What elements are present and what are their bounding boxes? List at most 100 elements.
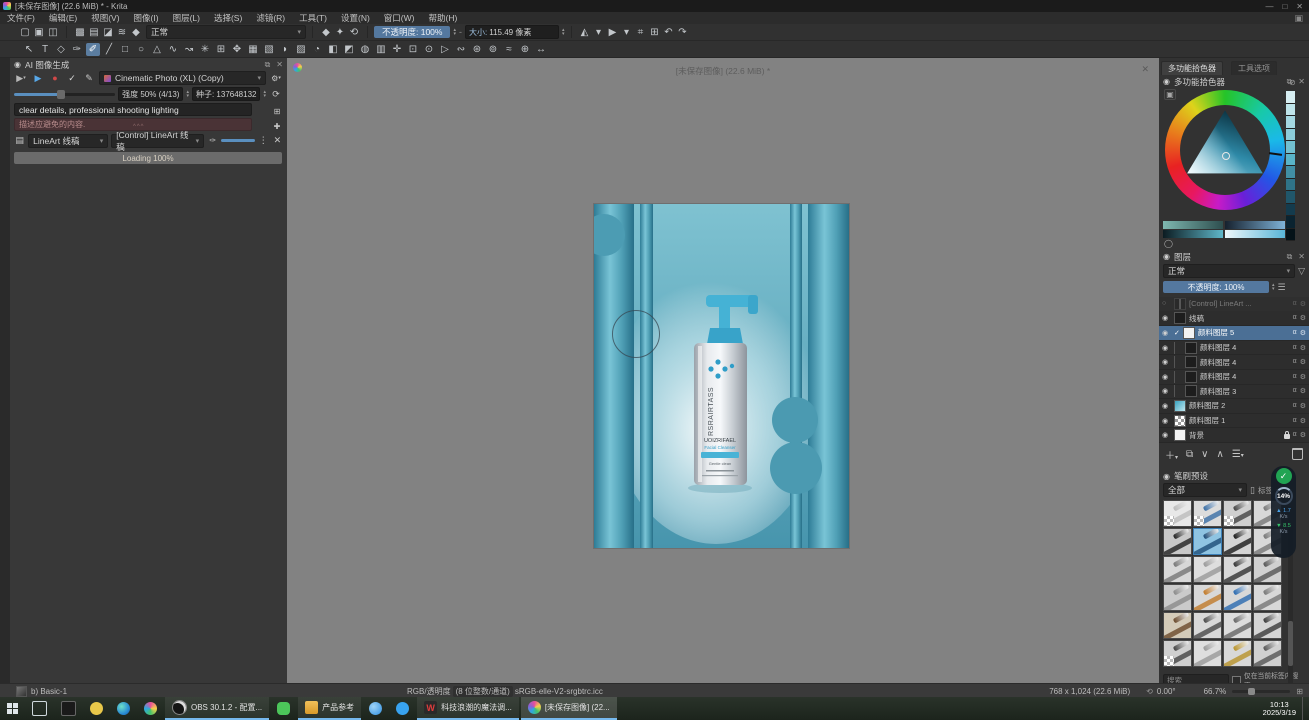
brush-preset-cell[interactable] — [1163, 500, 1192, 527]
brush-tag-filter-combo[interactable]: 全部▾ — [1163, 483, 1247, 497]
fg-bg-color-icon[interactable]: ◪ — [101, 26, 115, 39]
control-generate-icon[interactable]: ✑ — [207, 135, 218, 147]
control-menu-icon[interactable]: ⋮ — [258, 135, 269, 147]
flow-icon[interactable]: ▶ — [606, 26, 620, 39]
control-strength-slider[interactable] — [221, 139, 254, 142]
generate-button[interactable]: ▶ — [31, 72, 45, 84]
gradient-chooser-icon[interactable]: ▤ — [87, 26, 101, 39]
inherit-alpha-icon[interactable]: α — [1293, 344, 1297, 352]
add-region-icon[interactable]: ✚ — [270, 120, 284, 132]
layer-filter-icon[interactable]: ▽ — [1298, 266, 1305, 277]
system-monitor-widget[interactable]: ✓ 14% ▲ 1.7K/s ▼ 8.5K/s — [1271, 466, 1296, 558]
rect-select-tool[interactable]: ⊡ — [406, 43, 420, 56]
zoom-tool[interactable]: ⊕ — [518, 43, 532, 56]
layer-row[interactable]: ◉背景α⚙ — [1159, 428, 1309, 443]
brush-preset-cell[interactable] — [1223, 500, 1252, 527]
zoom-slider[interactable] — [1232, 690, 1290, 693]
colorspace-label[interactable]: RGB/透明度 — [407, 686, 451, 697]
menu-图像(I)[interactable]: 图像(I) — [127, 12, 166, 24]
maximize-button[interactable]: □ — [1282, 2, 1287, 11]
opacity-spinner[interactable]: ▴▾ — [453, 28, 456, 36]
line-tool[interactable]: ╱ — [102, 43, 116, 56]
tab-advanced-color-selector[interactable]: 多功能拾色器 — [1161, 61, 1223, 75]
polygon-tool[interactable]: △ — [150, 43, 164, 56]
pan-tool[interactable]: ↔ — [534, 43, 548, 56]
inherit-alpha-icon[interactable]: α — [1293, 358, 1297, 366]
menu-工具(T)[interactable]: 工具(T) — [292, 12, 334, 24]
menu-图层(L)[interactable]: 图层(L) — [166, 12, 207, 24]
task-view-button[interactable] — [25, 697, 54, 720]
wrap-around-icon[interactable]: ⊞ — [648, 26, 662, 39]
preserve-alpha-icon[interactable]: ✦ — [333, 26, 347, 39]
brush-preset-cell[interactable] — [1253, 612, 1282, 639]
shade-cell[interactable] — [1286, 141, 1295, 154]
layer-visibility-icon[interactable]: ◉ — [1162, 358, 1171, 366]
wechat-icon[interactable] — [270, 697, 297, 720]
inherit-alpha-icon[interactable]: α — [1293, 314, 1297, 322]
gradient-strip-2[interactable] — [1225, 221, 1285, 229]
freehand-brush-tool[interactable]: ✐ — [86, 43, 100, 56]
close-docker-icon[interactable]: ✕ — [276, 60, 283, 70]
zoom-value[interactable]: 66.7% — [1204, 687, 1227, 696]
insert-layer-reference-icon[interactable]: ⊞ — [270, 105, 284, 117]
brush-preset-cell[interactable] — [1163, 584, 1192, 611]
layer-style-icon[interactable]: ⚙ — [1300, 344, 1306, 352]
subwindow-close-icon[interactable]: ✕ — [1141, 64, 1149, 75]
snap-icon[interactable]: ⌗ — [634, 26, 648, 39]
reference-images-tool[interactable]: ▥ — [374, 43, 388, 56]
inherit-alpha-icon[interactable]: α — [1293, 431, 1297, 439]
mirror-dropdown-icon[interactable]: ▾ — [592, 26, 606, 39]
start-button[interactable] — [0, 697, 25, 720]
inherit-alpha-icon[interactable]: α — [1293, 373, 1297, 381]
undo-icon[interactable]: ↶ — [662, 26, 676, 39]
control-layer-combo[interactable]: LineArt 线稿 ▾ — [28, 134, 108, 148]
brush-preset-cell[interactable] — [1223, 556, 1252, 583]
rectangle-tool[interactable]: □ — [118, 43, 132, 56]
tab-tool-options[interactable]: 工具选项 — [1231, 61, 1277, 75]
no-color-icon[interactable]: ⊘ — [1289, 78, 1296, 87]
menubar-corner-icon[interactable]: ▣ — [1294, 13, 1303, 24]
layer-style-icon[interactable]: ⚙ — [1300, 358, 1306, 366]
enclose-fill-tool[interactable]: ◩ — [342, 43, 356, 56]
layer-style-icon[interactable]: ⚙ — [1300, 314, 1306, 322]
shade-cell[interactable] — [1286, 166, 1295, 179]
depth-label[interactable]: (8 位整数/通道) — [453, 686, 513, 697]
crop-tool[interactable]: ▦ — [246, 43, 260, 56]
brush-preset-cell[interactable] — [1163, 612, 1192, 639]
rotation-icon[interactable]: ⟲ — [1146, 687, 1153, 696]
doc-window-button[interactable]: W科技浪潮的魔法调... — [417, 697, 519, 720]
brush-preset-cell[interactable] — [1193, 528, 1222, 555]
close-docker-icon[interactable]: ✕ — [1298, 252, 1305, 262]
layer-style-icon[interactable]: ⚙ — [1300, 329, 1306, 337]
dynamic-brush-tool[interactable]: ↝ — [182, 43, 196, 56]
edge-browser-icon[interactable] — [110, 697, 137, 720]
brush-preset-cell[interactable] — [1193, 640, 1222, 667]
brush-preset-cell[interactable] — [1163, 556, 1192, 583]
prompt-textarea[interactable]: clear details, professional shooting lig… — [14, 103, 252, 116]
control-mode-combo[interactable]: [Control] LineArt 线稿 ▾ — [111, 134, 204, 148]
layer-visibility-icon[interactable]: ◉ — [1162, 314, 1171, 322]
color-wheel[interactable] — [1165, 90, 1285, 210]
inherit-alpha-icon[interactable]: α — [1293, 329, 1297, 337]
brush-preset-cell[interactable] — [1163, 640, 1192, 667]
redo-icon[interactable]: ↷ — [676, 26, 690, 39]
taskbar-clock[interactable]: 10:132025/3/19 — [1263, 701, 1296, 717]
move-tool[interactable]: ✥ — [230, 43, 244, 56]
layer-row[interactable]: ◉颜料图层 4α⚙ — [1159, 341, 1309, 356]
inherit-alpha-icon[interactable]: α — [1293, 417, 1297, 425]
freehand-select-tool[interactable]: ∾ — [454, 43, 468, 56]
shade-cell[interactable] — [1286, 229, 1295, 242]
style-settings-icon[interactable]: ⚙▾ — [269, 72, 283, 84]
layer-style-icon[interactable]: ⚙ — [1300, 300, 1306, 308]
select-shapes-tool[interactable]: ↖ — [22, 43, 36, 56]
layer-properties-button[interactable]: ☰▾ — [1232, 449, 1244, 460]
add-layer-button[interactable]: ＋▾ — [1165, 447, 1178, 462]
record-button[interactable]: ● — [48, 72, 62, 84]
inherit-alpha-icon[interactable]: α — [1293, 387, 1297, 395]
brush-editor-icon[interactable]: ◆ — [129, 26, 143, 39]
duplicate-layer-button[interactable]: ⧉ — [1186, 449, 1193, 460]
mirror-horizontal-icon[interactable]: ◭ — [578, 26, 592, 39]
ellipse-tool[interactable]: ○ — [134, 43, 148, 56]
blue-browser-icon[interactable] — [362, 697, 389, 720]
inherit-alpha-icon[interactable]: α — [1293, 402, 1297, 410]
